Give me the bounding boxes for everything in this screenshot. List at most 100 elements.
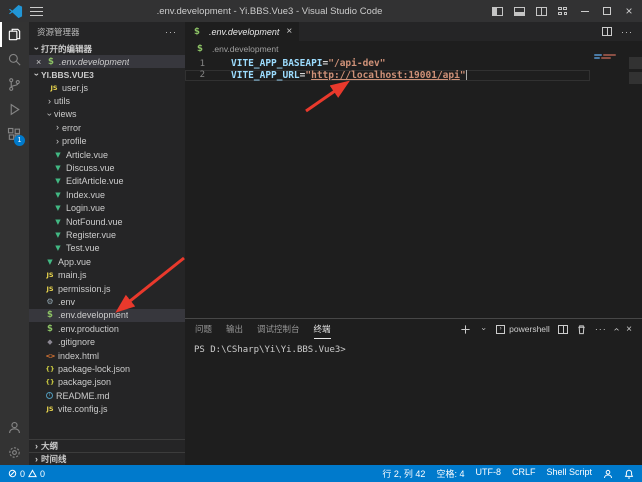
settings-button[interactable]: [0, 440, 29, 465]
tree-item-Discuss.vue[interactable]: ▼Discuss.vue: [29, 161, 185, 174]
files-icon: [7, 27, 22, 42]
feedback-icon[interactable]: [603, 469, 613, 479]
split-editor-icon[interactable]: [602, 27, 612, 36]
code-token[interactable]: http://localhost:19001/api: [311, 70, 460, 81]
menu-icon[interactable]: [30, 6, 43, 17]
terminal-profile[interactable]: › powershell: [496, 324, 550, 334]
panel-tab-问题[interactable]: 问题: [195, 319, 212, 339]
launch-profile-dropdown-icon[interactable]: ›: [480, 325, 488, 334]
tab-label: .env.development: [209, 27, 279, 37]
js-file-icon: JS: [45, 271, 55, 279]
code-editor[interactable]: 1VITE_APP_BASEAPI="/api-dev"2VITE_APP_UR…: [185, 57, 642, 318]
tree-item-permission.js[interactable]: JSpermission.js: [29, 282, 185, 295]
gear-file-icon: ⚙: [45, 297, 55, 306]
tab-bar: $ .env.development × ···: [185, 22, 642, 41]
tree-item-.env.development[interactable]: $.env.development: [29, 309, 185, 322]
terminal-line: PS D:\CSharp\Yi\Yi.BBS.Vue3>: [194, 345, 642, 357]
vscode-logo-icon: [8, 4, 23, 19]
tree-item-package-lock.json[interactable]: {}package-lock.json: [29, 362, 185, 375]
chevron-down-icon: ›: [32, 44, 41, 53]
status-item[interactable]: 行 2, 列 42: [382, 467, 425, 480]
tree-item-user.js[interactable]: JSuser.js: [29, 81, 185, 94]
activity-run-debug[interactable]: [0, 97, 29, 122]
close-icon[interactable]: ×: [36, 57, 46, 67]
chevron-down-icon: ›: [45, 110, 54, 119]
minimize-button[interactable]: [574, 0, 596, 22]
outline-section[interactable]: › 大纲: [29, 439, 185, 452]
tree-item-Article.vue[interactable]: ▼Article.vue: [29, 148, 185, 161]
kill-terminal-icon[interactable]: [576, 324, 587, 335]
breadcrumb[interactable]: $ .env.development: [185, 41, 642, 57]
maximize-button[interactable]: [596, 0, 618, 22]
tree-item-index.html[interactable]: <>index.html: [29, 349, 185, 362]
tree-item-Index.vue[interactable]: ▼Index.vue: [29, 188, 185, 201]
code-line-1[interactable]: 1VITE_APP_BASEAPI="/api-dev": [185, 58, 590, 70]
close-icon[interactable]: ×: [286, 26, 292, 37]
scrollbar[interactable]: [629, 57, 642, 69]
status-item[interactable]: Shell Script: [546, 467, 592, 480]
code-lines: 1VITE_APP_BASEAPI="/api-dev"2VITE_APP_UR…: [185, 58, 590, 81]
open-editors-section[interactable]: › 打开的编辑器: [29, 42, 185, 55]
toggle-panel-button[interactable]: [508, 0, 530, 22]
toggle-secondary-sidebar-button[interactable]: [530, 0, 552, 22]
vue-file-icon: ▼: [53, 191, 63, 199]
activity-explorer[interactable]: [0, 22, 29, 47]
panel-tab-输出[interactable]: 输出: [226, 319, 243, 339]
more-actions-icon[interactable]: ···: [621, 27, 633, 37]
tree-item-NotFound.vue[interactable]: ▼NotFound.vue: [29, 215, 185, 228]
tree-item-Login.vue[interactable]: ▼Login.vue: [29, 202, 185, 215]
status-item[interactable]: UTF-8: [475, 467, 501, 480]
tree-item-.env[interactable]: ⚙.env: [29, 295, 185, 308]
tree-item-package.json[interactable]: {}package.json: [29, 376, 185, 389]
terminal[interactable]: PS D:\CSharp\Yi\Yi.BBS.Vue3>: [185, 339, 642, 465]
tree-item-profile[interactable]: ›profile: [29, 135, 185, 148]
maximize-panel-icon[interactable]: ›: [611, 327, 622, 330]
project-section[interactable]: › YI.BBS.VUE3: [29, 68, 185, 81]
tree-item-error[interactable]: ›error: [29, 121, 185, 134]
more-actions-icon[interactable]: ···: [165, 27, 177, 37]
tree-item-Test.vue[interactable]: ▼Test.vue: [29, 242, 185, 255]
vue-file-icon: ▼: [53, 218, 63, 226]
problems-status[interactable]: 0 0: [8, 469, 45, 479]
notifications-bell-icon[interactable]: [624, 469, 634, 479]
code-line-2[interactable]: 2VITE_APP_URL="http://localhost:19001/ap…: [185, 70, 590, 82]
tree-item-utils[interactable]: ›utils: [29, 94, 185, 107]
tab-env-development[interactable]: $ .env.development ×: [185, 22, 299, 41]
minimap[interactable]: [594, 54, 622, 60]
tree-item-vite.config.js[interactable]: JSvite.config.js: [29, 402, 185, 415]
close-button[interactable]: ×: [618, 0, 640, 22]
close-panel-icon[interactable]: ×: [626, 324, 632, 335]
toggle-primary-sidebar-button[interactable]: [486, 0, 508, 22]
panel-tab-调试控制台[interactable]: 调试控制台: [257, 319, 300, 339]
vue-file-icon: ▼: [53, 204, 63, 212]
activity-extensions[interactable]: 1: [0, 122, 29, 147]
shell-file-icon: $: [45, 324, 55, 334]
tree-item-App.vue[interactable]: ▼App.vue: [29, 255, 185, 268]
code-text: VITE_APP_BASEAPI="/api-dev": [231, 58, 385, 69]
tree-item-README.md[interactable]: iREADME.md: [29, 389, 185, 402]
tree-item-EditArticle.vue[interactable]: ▼EditArticle.vue: [29, 175, 185, 188]
new-terminal-icon[interactable]: [460, 324, 471, 335]
account-button[interactable]: [0, 415, 29, 440]
tree-item-views[interactable]: ›views: [29, 108, 185, 121]
chevron-right-icon: ›: [53, 137, 62, 146]
tree-item-main.js[interactable]: JSmain.js: [29, 268, 185, 281]
activity-source-control[interactable]: [0, 72, 29, 97]
status-item[interactable]: CRLF: [512, 467, 536, 480]
split-terminal-icon[interactable]: [558, 325, 568, 334]
tree-item-.gitignore[interactable]: ◆.gitignore: [29, 335, 185, 348]
panel-tab-终端[interactable]: 终端: [314, 319, 331, 339]
more-actions-icon[interactable]: ···: [595, 324, 607, 334]
tree-item-label: profile: [62, 136, 87, 146]
tree-item-Register.vue[interactable]: ▼Register.vue: [29, 228, 185, 241]
open-editor-item[interactable]: ×$.env.development: [29, 55, 185, 68]
breadcrumb-item[interactable]: .env.development: [212, 44, 278, 54]
customize-layout-button[interactable]: [552, 0, 574, 22]
tree-item-.env.production[interactable]: $.env.production: [29, 322, 185, 335]
timeline-section[interactable]: › 时间线: [29, 452, 185, 465]
status-item[interactable]: 空格: 4: [436, 467, 464, 480]
activity-bar: 1: [0, 22, 29, 465]
scrollbar[interactable]: [629, 72, 642, 84]
line-number: 2: [185, 70, 205, 80]
activity-search[interactable]: [0, 47, 29, 72]
